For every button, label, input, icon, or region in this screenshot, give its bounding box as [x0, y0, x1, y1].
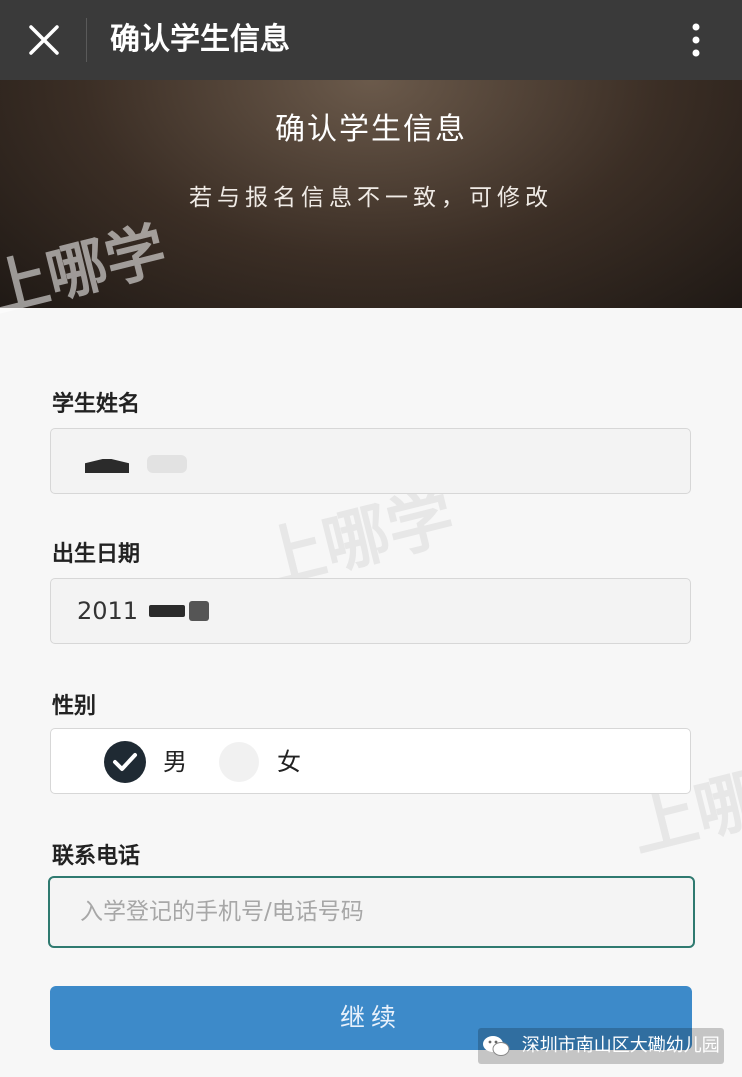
account-name: 深圳市南山区大磡幼儿园 [521, 1035, 720, 1056]
account-badge: 深圳市南山区大磡幼儿园 [478, 1028, 724, 1064]
gender-option-female[interactable]: 女 [219, 739, 329, 785]
name-field[interactable] [50, 428, 691, 494]
redaction-mark [189, 601, 209, 621]
banner-subtitle: 若与报名信息不一致，可修改 [189, 185, 553, 211]
birthdate-field[interactable]: 2011 [50, 578, 691, 644]
gender-option-male-label: 男 [163, 748, 187, 776]
birthdate-value: 2011 [77, 597, 139, 625]
banner-title: 确认学生信息 [275, 112, 467, 147]
page-title: 确认学生信息 [110, 22, 290, 57]
gender-option-female-label: 女 [277, 748, 301, 776]
checkmark-icon [104, 741, 146, 783]
more-button[interactable] [686, 18, 706, 62]
phone-input[interactable] [48, 876, 695, 948]
name-label: 学生姓名 [52, 392, 141, 417]
gender-field: 男 女 [50, 728, 691, 794]
radio-unselected-icon [219, 742, 259, 782]
close-icon[interactable] [22, 18, 66, 62]
redaction-mark [85, 459, 129, 473]
gender-label: 性别 [52, 694, 97, 719]
header-banner: 确认学生信息 若与报名信息不一致，可修改 [0, 80, 742, 308]
more-vertical-icon[interactable] [686, 18, 706, 62]
wechat-icon [483, 1036, 510, 1056]
redaction-mark [149, 605, 185, 617]
redaction-blur [147, 455, 187, 473]
top-bar: 确认学生信息 [0, 0, 742, 80]
close-button[interactable] [22, 18, 66, 62]
phone-label: 联系电话 [52, 844, 141, 869]
topbar-divider [86, 18, 87, 62]
birthdate-label: 出生日期 [52, 542, 141, 567]
gender-option-male[interactable]: 男 [103, 739, 203, 785]
